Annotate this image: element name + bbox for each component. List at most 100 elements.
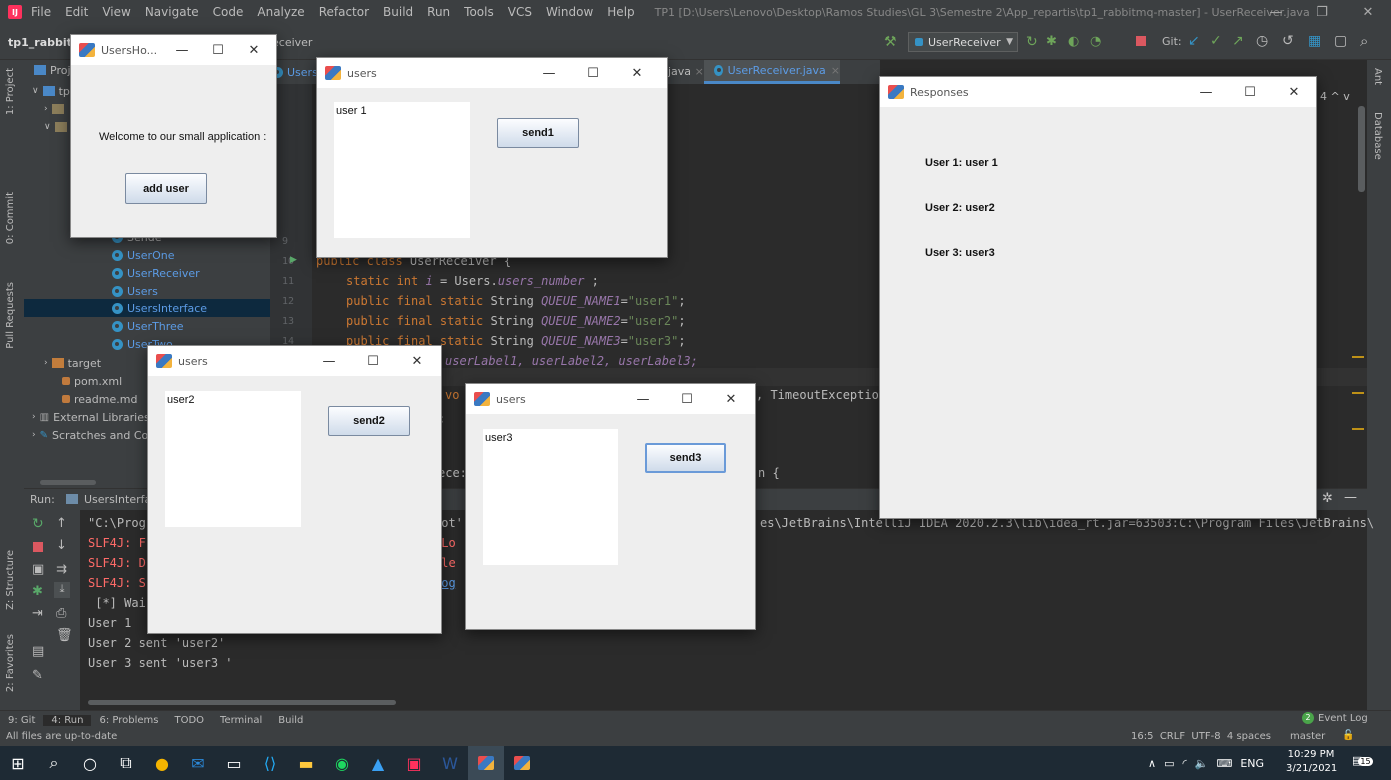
hide-icon[interactable]: — — [1344, 490, 1357, 505]
close-icon[interactable]: ✕ — [615, 66, 659, 81]
tab-java[interactable]: java × — [668, 65, 704, 78]
maximize-icon[interactable]: ☐ — [200, 43, 236, 58]
tool-pull-requests[interactable]: Pull Requests — [5, 282, 16, 349]
volume-icon[interactable]: 🔈 — [1195, 757, 1209, 770]
tree-item-root[interactable]: ∨ tp — [32, 82, 70, 100]
minimize-icon[interactable]: — — [527, 66, 571, 81]
tab-users[interactable]: Users. — [272, 62, 321, 82]
close-icon[interactable]: × — [831, 64, 840, 77]
menu-window[interactable]: Window — [539, 5, 600, 19]
tool-build[interactable]: Build — [270, 715, 311, 726]
pin-icon[interactable]: ✎ — [32, 668, 43, 683]
close-icon[interactable]: ✕ — [709, 392, 753, 407]
tree-item-pom[interactable]: pom.xml — [62, 372, 122, 390]
menu-build[interactable]: Build — [376, 5, 420, 19]
window-titlebar[interactable]: users — ☐ ✕ — [317, 58, 667, 88]
git-push-icon[interactable]: ↗ — [1232, 33, 1244, 49]
photos-icon[interactable]: ▲ — [360, 746, 396, 780]
debug-icon[interactable]: ✱ — [1046, 34, 1057, 49]
menu-run[interactable]: Run — [420, 5, 457, 19]
notification-icon[interactable]: ▤15 — [1352, 754, 1373, 767]
send3-button[interactable]: send3 — [645, 443, 726, 473]
tree-item-readme[interactable]: readme.md — [62, 390, 137, 408]
status-encoding[interactable]: 16:5 CRLF UTF-8 4 spaces — [1131, 731, 1271, 742]
wifi-icon[interactable]: ◜ — [1182, 757, 1186, 770]
coverage-icon[interactable]: ◐ — [1068, 34, 1079, 49]
tool-favorites[interactable]: 2: Favorites — [5, 634, 16, 692]
project-structure-icon[interactable]: ▦ — [1308, 33, 1321, 49]
menu-help[interactable]: Help — [600, 5, 641, 19]
event-log[interactable]: 2 Event Log — [1302, 712, 1368, 724]
window-titlebar[interactable]: Responses — ☐ ✕ — [880, 77, 1316, 107]
tree-item-folder[interactable]: ∨ — [44, 118, 67, 136]
breadcrumb[interactable]: eceiver — [272, 36, 312, 49]
java-app-icon[interactable] — [504, 746, 540, 780]
tool-commit[interactable]: 0: Commit — [5, 192, 16, 244]
maximize-icon[interactable]: ☐ — [571, 66, 615, 81]
vscode-icon[interactable]: ⟨⟩ — [252, 746, 288, 780]
close-icon[interactable]: ✕ — [395, 354, 439, 369]
tool-run[interactable]: 4: Run — [43, 715, 92, 726]
close-icon[interactable]: × — [695, 65, 704, 78]
tool-git[interactable]: 9: Git — [0, 715, 43, 726]
project-panel-title[interactable]: Proj — [50, 64, 71, 77]
mail-icon[interactable]: ✉ — [180, 746, 216, 780]
word-icon[interactable]: W — [432, 746, 468, 780]
tree-item-target[interactable]: › target — [44, 354, 101, 372]
git-commit-icon[interactable]: ✓ — [1210, 33, 1222, 49]
restore-icon[interactable]: ❐ — [1299, 5, 1345, 20]
scroll-end-icon[interactable]: ⤓ — [54, 582, 70, 598]
minimize-icon[interactable]: — — [164, 43, 200, 58]
wrap-icon[interactable]: ⇉ — [56, 562, 67, 577]
menu-edit[interactable]: Edit — [58, 5, 95, 19]
menu-vcs[interactable]: VCS — [501, 5, 539, 19]
trash-icon[interactable]: 🗑 — [56, 628, 73, 643]
tool-ant[interactable]: Ant — [1372, 68, 1383, 85]
tool-structure[interactable]: Z: Structure — [5, 550, 16, 610]
run-config-select[interactable]: UserReceiver ▼ — [908, 32, 1018, 52]
tool-project[interactable]: 1: Project — [5, 68, 16, 115]
menu-refactor[interactable]: Refactor — [312, 5, 376, 19]
hammer-icon[interactable]: ⚒ — [884, 34, 897, 50]
tree-item-users[interactable]: Users — [112, 282, 158, 300]
minimize-icon[interactable]: — — [1253, 5, 1299, 20]
run-gutter-icon[interactable]: ▶ — [290, 255, 297, 265]
gear-icon[interactable]: ✲ — [1322, 491, 1333, 506]
tree-item-scratches[interactable]: › ✎ Scratches and Co — [32, 426, 148, 444]
close-icon[interactable]: ✕ — [1272, 85, 1316, 100]
java-app-icon[interactable] — [468, 746, 504, 780]
camera-icon[interactable]: ▣ — [32, 562, 44, 577]
add-user-button[interactable]: add user — [125, 173, 207, 204]
intellij-icon[interactable]: ▣ — [396, 746, 432, 780]
tab-userreceiver[interactable]: UserReceiver.java × — [704, 60, 840, 84]
battery-icon[interactable]: ▭ — [1164, 757, 1174, 770]
file-explorer-icon[interactable]: ▬ — [288, 746, 324, 780]
clock[interactable]: 10:29 PM 3/21/2021 — [1286, 748, 1337, 776]
window-titlebar[interactable]: users — ☐ ✕ — [148, 346, 441, 376]
stop-icon[interactable] — [1136, 36, 1146, 46]
message-textarea[interactable]: user3 — [483, 429, 618, 565]
tree-item-folder[interactable]: › — [44, 100, 64, 118]
arrow-up-icon[interactable]: ↑ — [56, 516, 67, 531]
layout-icon[interactable]: ▤ — [32, 644, 44, 659]
lock-icon[interactable]: 🔓 — [1342, 730, 1354, 741]
menu-navigate[interactable]: Navigate — [138, 5, 206, 19]
tree-item-userthree[interactable]: UserThree — [112, 317, 184, 335]
terminal-icon[interactable]: ▭ — [216, 746, 252, 780]
git-update-icon[interactable]: ↙ — [1188, 33, 1200, 49]
windows-start-icon[interactable]: ⊞ — [0, 746, 36, 780]
language-indicator[interactable]: ENG — [1240, 757, 1264, 770]
console-scrollbar[interactable] — [88, 700, 396, 705]
debug-icon[interactable]: ✱ — [32, 584, 43, 599]
chevron-up-icon[interactable]: ∧ — [1148, 757, 1156, 770]
inspection-widget[interactable]: 4 ^ v — [1320, 90, 1350, 103]
search-icon[interactable]: ⌕ — [1360, 32, 1368, 50]
close-icon[interactable]: ✕ — [236, 43, 272, 58]
horizontal-scrollbar[interactable] — [40, 480, 96, 485]
tree-item-external-libraries[interactable]: › ▥ External Libraries — [32, 408, 150, 426]
menu-code[interactable]: Code — [206, 5, 251, 19]
window-titlebar[interactable]: UsersHo... — ☐ ✕ — [71, 35, 276, 65]
minimize-icon[interactable]: — — [307, 354, 351, 369]
close-icon[interactable]: ✕ — [1345, 5, 1391, 20]
maximize-icon[interactable]: ☐ — [1228, 85, 1272, 100]
